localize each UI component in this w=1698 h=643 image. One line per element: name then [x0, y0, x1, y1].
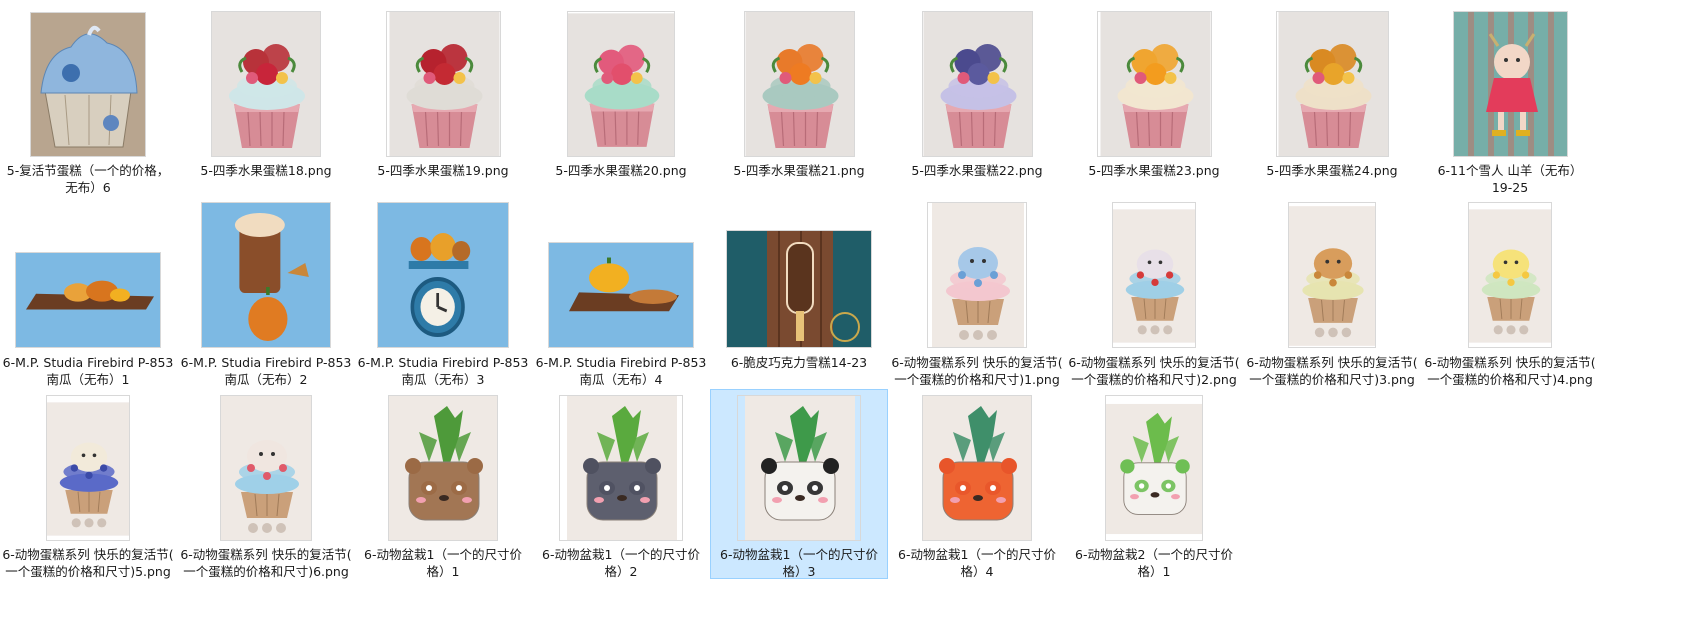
file-item[interactable]: 6-11个雪人 山羊（无布） 19-25: [1422, 8, 1598, 196]
file-item[interactable]: 5-复活节蛋糕（一个的价格， 无布）6: [0, 8, 176, 196]
file-item[interactable]: 6-动物盆栽1（一个的尺寸价 格）2: [533, 390, 709, 579]
thumbnail-chocolate-ice-cream: [726, 230, 872, 348]
file-name: 6-M.P. Studia Firebird P-853 南瓜（无布）1: [2, 355, 174, 387]
thumbnail-fox-planter: [922, 395, 1032, 541]
thumbnail-pumpkin-pie: [548, 242, 694, 348]
file-item[interactable]: 6-动物蛋糕系列 快乐的复活节( 一个蛋糕的价格和尺寸)6.png: [178, 390, 354, 579]
thumbnail-raccoon-planter: [559, 395, 683, 541]
file-item[interactable]: 6-动物盆栽2（一个的尺寸价 格）1: [1066, 390, 1242, 579]
file-name: 6-动物蛋糕系列 快乐的复活节( 一个蛋糕的价格和尺寸)6.png: [180, 547, 352, 579]
file-item[interactable]: 5-四季水果蛋糕20.png: [533, 8, 709, 196]
file-name: 6-M.P. Studia Firebird P-853 南瓜（无布）4: [535, 355, 707, 387]
file-name: 5-四季水果蛋糕23.png: [1088, 163, 1220, 178]
file-name: 6-M.P. Studia Firebird P-853 南瓜（无布）2: [180, 355, 352, 387]
file-item[interactable]: 6-M.P. Studia Firebird P-853 南瓜（无布）2: [178, 198, 354, 387]
file-name: 5-四季水果蛋糕20.png: [555, 163, 687, 178]
file-name: 6-M.P. Studia Firebird P-853 南瓜（无布）3: [357, 355, 529, 387]
file-item[interactable]: 5-四季水果蛋糕22.png: [889, 8, 1065, 196]
file-item[interactable]: 6-动物蛋糕系列 快乐的复活节( 一个蛋糕的价格和尺寸)3.png: [1244, 198, 1420, 387]
file-name: 6-11个雪人 山羊（无布） 19-25: [1437, 163, 1583, 195]
file-item[interactable]: 5-四季水果蛋糕18.png: [178, 8, 354, 196]
file-name: 5-四季水果蛋糕19.png: [377, 163, 509, 178]
thumbnail-fruit-cupcake: [922, 11, 1033, 157]
thumbnail-fruit-cupcake: [1097, 11, 1212, 157]
thumbnail-pumpkin-basket: [15, 252, 161, 348]
file-item[interactable]: 6-动物蛋糕系列 快乐的复活节( 一个蛋糕的价格和尺寸)2.png: [1066, 198, 1242, 387]
file-name: 5-复活节蛋糕（一个的价格， 无布）6: [6, 163, 170, 195]
file-name: 6-动物盆栽2（一个的尺寸价 格）1: [1075, 547, 1233, 579]
thumbnail-easter-blue-cupcake: [30, 12, 146, 157]
file-name: 6-动物盆栽1（一个的尺寸价 格）2: [542, 547, 700, 579]
file-name: 6-动物蛋糕系列 快乐的复活节( 一个蛋糕的价格和尺寸)4.png: [1424, 355, 1596, 387]
file-name: 6-动物盆栽1（一个的尺寸价 格）4: [898, 547, 1056, 579]
thumbnail-panda-planter: [737, 395, 861, 541]
thumbnail-fruit-cupcake: [211, 11, 321, 157]
file-item[interactable]: 5-四季水果蛋糕21.png: [711, 8, 887, 196]
thumbnail-cat-planter: [1105, 395, 1203, 541]
thumbnail-animal-cupcake: [927, 202, 1027, 348]
file-item[interactable]: 5-四季水果蛋糕19.png: [355, 8, 531, 196]
file-name: 6-动物盆栽1（一个的尺寸价 格）1: [364, 547, 522, 579]
thumbnail-animal-cupcake: [1112, 202, 1196, 348]
file-name: 5-四季水果蛋糕24.png: [1266, 163, 1398, 178]
file-name: 5-四季水果蛋糕18.png: [200, 163, 332, 178]
thumbnail-pumpkin-drink: [201, 202, 331, 348]
thumbnail-bear-planter: [388, 395, 498, 541]
thumbnail-fruit-cupcake: [567, 11, 675, 157]
file-item[interactable]: 6-动物盆栽1（一个的尺寸价 格）4: [889, 390, 1065, 579]
thumbnail-animal-cupcake: [1288, 202, 1376, 348]
file-name: 5-四季水果蛋糕22.png: [911, 163, 1043, 178]
file-name: 6-动物蛋糕系列 快乐的复活节( 一个蛋糕的价格和尺寸)5.png: [2, 547, 174, 579]
thumbnail-animal-cupcake: [220, 395, 312, 541]
file-item[interactable]: 6-M.P. Studia Firebird P-853 南瓜（无布）4: [533, 198, 709, 387]
file-item[interactable]: 5-四季水果蛋糕23.png: [1066, 8, 1242, 196]
file-name: 6-脆皮巧克力雪糕14-23: [730, 355, 868, 370]
file-name: 6-动物蛋糕系列 快乐的复活节( 一个蛋糕的价格和尺寸)1.png: [891, 355, 1063, 387]
file-item[interactable]: 6-M.P. Studia Firebird P-853 南瓜（无布）3: [355, 198, 531, 387]
thumbnail-fruit-cupcake: [1276, 11, 1389, 157]
file-item[interactable]: 5-四季水果蛋糕24.png: [1244, 8, 1420, 196]
thumbnail-pumpkin-scale: [377, 202, 509, 348]
file-name: 6-动物蛋糕系列 快乐的复活节( 一个蛋糕的价格和尺寸)3.png: [1246, 355, 1418, 387]
file-item[interactable]: 6-脆皮巧克力雪糕14-23: [711, 198, 887, 386]
thumbnail-goat-on-wood: [1453, 11, 1568, 157]
file-item[interactable]: 6-动物盆栽1（一个的尺寸价 格）3: [710, 389, 888, 579]
file-name: 6-动物蛋糕系列 快乐的复活节( 一个蛋糕的价格和尺寸)2.png: [1068, 355, 1240, 387]
thumbnail-animal-cupcake: [46, 395, 130, 541]
thumbnail-animal-cupcake: [1468, 202, 1552, 348]
thumbnail-fruit-cupcake: [386, 11, 501, 157]
file-item[interactable]: 6-动物蛋糕系列 快乐的复活节( 一个蛋糕的价格和尺寸)5.png: [0, 390, 176, 579]
file-name: 6-动物盆栽1（一个的尺寸价 格）3: [720, 547, 878, 579]
file-grid: 5-复活节蛋糕（一个的价格， 无布）6 5-四季水果蛋糕18.png 5-四季水…: [0, 0, 1698, 643]
file-name: 5-四季水果蛋糕21.png: [733, 163, 865, 178]
file-item[interactable]: 6-M.P. Studia Firebird P-853 南瓜（无布）1: [0, 198, 176, 387]
thumbnail-fruit-cupcake: [744, 11, 855, 157]
file-item[interactable]: 6-动物蛋糕系列 快乐的复活节( 一个蛋糕的价格和尺寸)4.png: [1422, 198, 1598, 387]
file-item[interactable]: 6-动物盆栽1（一个的尺寸价 格）1: [355, 390, 531, 579]
file-item[interactable]: 6-动物蛋糕系列 快乐的复活节( 一个蛋糕的价格和尺寸)1.png: [889, 198, 1065, 387]
